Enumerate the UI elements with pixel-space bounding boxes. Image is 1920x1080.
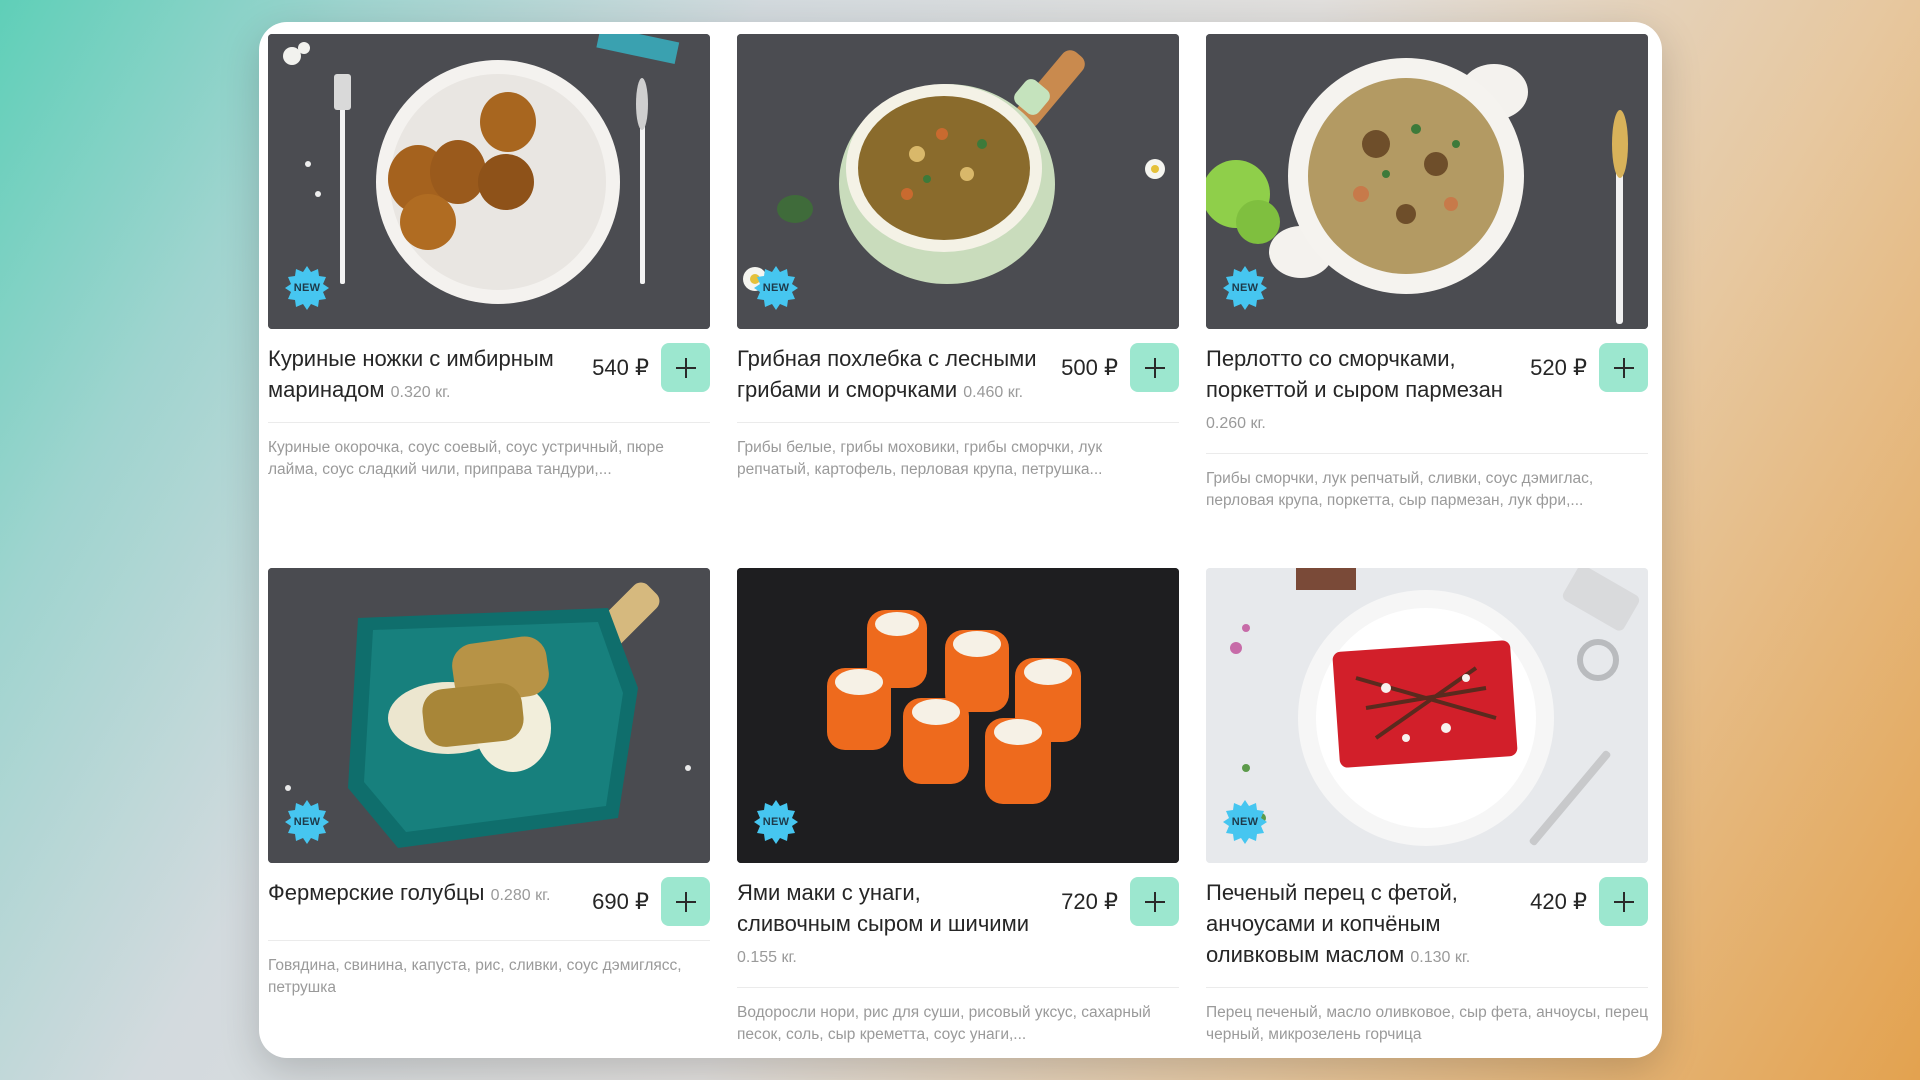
new-badge: NEW <box>1222 265 1268 311</box>
dish-weight: 0.130 кг. <box>1410 949 1471 966</box>
dish-weight: 0.280 кг. <box>490 887 551 904</box>
plus-icon <box>1144 891 1165 912</box>
dish-price: 500 ₽ <box>1061 355 1118 380</box>
dish-ingredients: Грибы сморчки, лук репчатый, сливки, соу… <box>1206 470 1594 509</box>
dish-ingredients: Говядина, свинина, капуста, рис, сливки,… <box>268 957 682 996</box>
dish-title[interactable]: Куриные ножки с имбирным маринадом 0.320… <box>268 343 568 408</box>
sushi-rolls-photo[interactable]: NEW <box>737 568 1179 863</box>
divider <box>268 422 710 423</box>
grilled-chicken-photo[interactable]: NEW <box>268 34 710 329</box>
barley-risotto-photo[interactable]: NEW <box>1206 34 1648 329</box>
plus-icon <box>675 891 696 912</box>
dish-ingredients: Водоросли нори, рис для суши, рисовый ук… <box>737 1004 1151 1043</box>
dish-weight: 0.155 кг. <box>737 949 797 966</box>
dish-price: 690 ₽ <box>592 889 649 914</box>
dish-weight: 0.260 кг. <box>1206 415 1266 432</box>
add-to-cart-button[interactable] <box>661 343 710 392</box>
dish-price: 420 ₽ <box>1530 889 1587 914</box>
dish-title[interactable]: Грибная похлебка с лесными грибами и смо… <box>737 343 1037 408</box>
cabbage-rolls-photo[interactable]: NEW <box>268 568 710 863</box>
add-to-cart-button[interactable] <box>1130 877 1179 926</box>
add-to-cart-button[interactable] <box>661 877 710 926</box>
add-to-cart-button[interactable] <box>1130 343 1179 392</box>
baked-pepper-photo[interactable]: NEW <box>1206 568 1648 863</box>
new-badge: NEW <box>284 799 330 845</box>
add-to-cart-button[interactable] <box>1599 877 1648 926</box>
menu-window: NEW Куриные ножки с имбирным маринадом 0… <box>259 22 1662 1058</box>
dish-price: 520 ₽ <box>1530 355 1587 380</box>
add-to-cart-button[interactable] <box>1599 343 1648 392</box>
menu-card[interactable]: NEW Ями маки с унаги, сливочным сыром и … <box>737 568 1179 1046</box>
menu-grid: NEW Куриные ножки с имбирным маринадом 0… <box>268 34 1648 1046</box>
dish-price: 540 ₽ <box>592 355 649 380</box>
plus-icon <box>1613 891 1634 912</box>
plus-icon <box>1144 357 1165 378</box>
dish-ingredients: Грибы белые, грибы моховики, грибы сморч… <box>737 439 1103 478</box>
divider <box>1206 987 1648 988</box>
dish-weight: 0.460 кг. <box>963 384 1024 401</box>
plus-icon <box>1613 357 1634 378</box>
dish-title[interactable]: Перлотто со сморчками, поркеттой и сыром… <box>1206 343 1506 439</box>
dish-title[interactable]: Печеный перец с фетой, анчоусами и копчё… <box>1206 877 1506 973</box>
mushroom-soup-photo[interactable]: NEW <box>737 34 1179 329</box>
plus-icon <box>675 357 696 378</box>
menu-card[interactable]: NEW Куриные ножки с имбирным маринадом 0… <box>268 34 710 512</box>
new-badge: NEW <box>753 799 799 845</box>
dish-ingredients: Перец печеный, масло оливковое, сыр фета… <box>1206 1004 1648 1043</box>
new-badge: NEW <box>284 265 330 311</box>
dish-price: 720 ₽ <box>1061 889 1118 914</box>
dish-title[interactable]: Ями маки с унаги, сливочным сыром и шичи… <box>737 877 1037 973</box>
divider <box>737 422 1179 423</box>
menu-card[interactable]: NEW Грибная похлебка с лесными грибами и… <box>737 34 1179 512</box>
divider <box>1206 453 1648 454</box>
menu-card[interactable]: NEW Фермерские голубцы 0.280 кг. 690 ₽ Г… <box>268 568 710 1046</box>
menu-card[interactable]: NEW Печеный перец с фетой, анчоусами и к… <box>1206 568 1648 1046</box>
new-badge: NEW <box>753 265 799 311</box>
divider <box>737 987 1179 988</box>
dish-title[interactable]: Фермерские голубцы 0.280 кг. <box>268 877 568 911</box>
dish-ingredients: Куриные окорочка, соус соевый, соус устр… <box>268 439 664 478</box>
new-badge: NEW <box>1222 799 1268 845</box>
menu-card[interactable]: NEW Перлотто со сморчками, поркеттой и с… <box>1206 34 1648 512</box>
dish-weight: 0.320 кг. <box>390 384 451 401</box>
divider <box>268 940 710 941</box>
